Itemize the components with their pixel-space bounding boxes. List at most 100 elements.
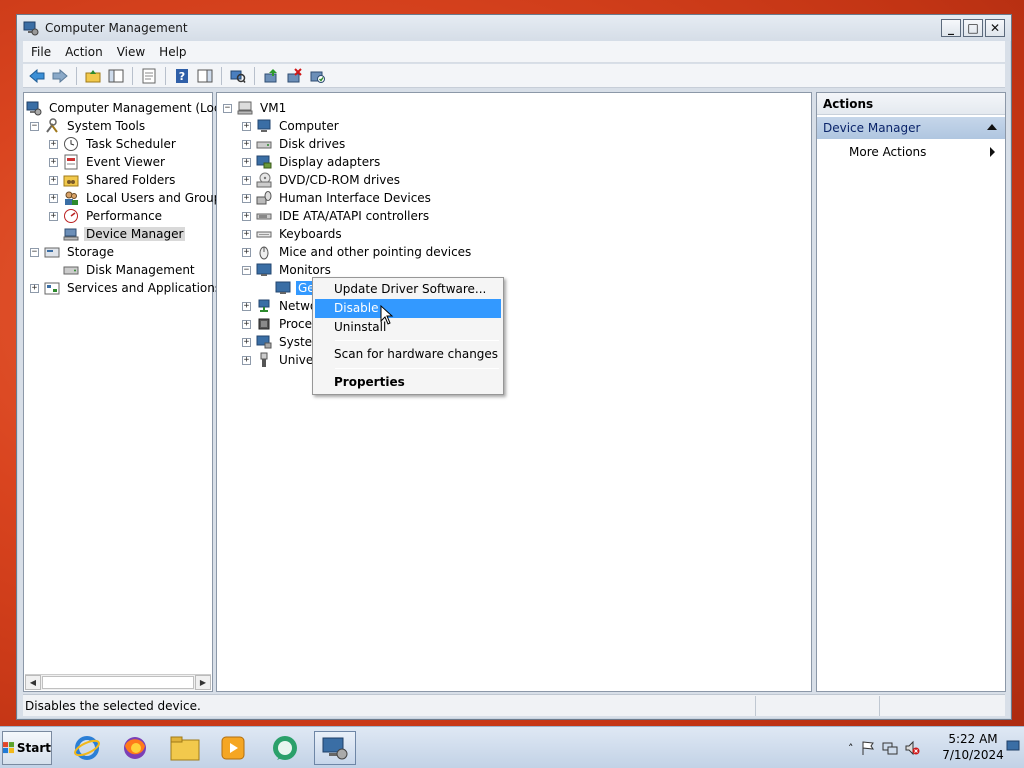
monitor-icon [275,280,291,296]
taskbar-computer-management[interactable] [314,731,356,765]
device-category-network[interactable]: + Netwo [242,297,319,315]
menu-item-scan-hardware[interactable]: Scan for hardware changes [315,345,501,364]
expand-toggle[interactable]: + [242,139,251,149]
more-actions-link[interactable]: More Actions [849,143,997,161]
show-action-pane-button[interactable] [195,66,215,86]
expand-toggle[interactable]: + [49,211,58,221]
context-menu: Update Driver Software... Disable Uninst… [312,277,504,395]
menu-file[interactable]: File [31,45,51,59]
expand-toggle[interactable]: + [49,157,58,167]
device-category-computer[interactable]: + Computer [242,117,341,135]
close-button[interactable]: ✕ [985,19,1005,37]
forward-button[interactable] [50,66,70,86]
device-tree-pane[interactable]: − VM1 + Computer + Disk drives + Display… [216,92,812,692]
taskbar-chat-app[interactable] [264,731,306,765]
device-category-keyboards[interactable]: + Keyboards [242,225,344,243]
tree-item-storage[interactable]: − Storage [30,243,116,261]
back-button[interactable] [27,66,47,86]
collapse-toggle[interactable]: − [242,265,251,275]
properties-toolbar-button[interactable] [139,66,159,86]
action-center-flag-icon[interactable] [860,740,876,756]
menu-bar: File Action View Help [23,41,1005,63]
expand-toggle[interactable]: + [242,229,251,239]
expand-toggle[interactable]: + [49,139,58,149]
expand-toggle[interactable]: + [242,121,251,131]
collapse-toggle[interactable]: − [223,103,232,113]
collapse-up-icon[interactable] [987,124,997,130]
expand-toggle[interactable]: + [242,337,251,347]
minimize-button[interactable]: _ [941,19,961,37]
more-actions-label: More Actions [849,145,927,159]
taskbar-firefox[interactable] [114,731,156,765]
device-category-usb[interactable]: + Univer [242,351,320,369]
tree-item-performance[interactable]: + Performance [49,207,164,225]
expand-toggle[interactable]: + [49,175,58,185]
menu-action[interactable]: Action [65,45,103,59]
console-tree-pane[interactable]: Computer Management (Local − System Tool… [23,92,231,692]
tree-item-local-users-and-groups[interactable]: + Local Users and Groups [49,189,230,207]
device-category-dvd-cd-rom[interactable]: + DVD/CD-ROM drives [242,171,402,189]
taskbar-internet-explorer[interactable] [66,731,108,765]
tree-item-system-tools[interactable]: − System Tools [30,117,147,135]
tree-item-disk-management[interactable]: Disk Management [49,261,197,279]
expand-toggle[interactable]: + [242,175,251,185]
maximize-button[interactable]: □ [963,19,983,37]
menu-help[interactable]: Help [159,45,186,59]
expand-toggle[interactable]: + [242,247,251,257]
enable-device-toolbar-button[interactable] [307,66,327,86]
tree-item-computer-management[interactable]: Computer Management (Local [26,99,233,117]
taskbar-media-player[interactable] [212,731,254,765]
collapse-toggle[interactable]: − [30,121,39,131]
uninstall-toolbar-button[interactable] [284,66,304,86]
menu-item-update-driver[interactable]: Update Driver Software... [315,280,501,299]
scan-hardware-toolbar-button[interactable] [228,66,248,86]
expand-toggle[interactable]: + [242,301,251,311]
submenu-arrow-icon [990,147,995,157]
horizontal-scrollbar[interactable]: ◀ ▶ [25,674,211,690]
show-hide-tree-button[interactable] [106,66,126,86]
title-bar[interactable]: Computer Management _ □ ✕ [17,15,1011,41]
scrollbar-thumb[interactable] [42,676,194,689]
up-one-level-button[interactable] [83,66,103,86]
clock[interactable]: 5:22 AM 7/10/2024 [938,731,1008,763]
device-category-human-interface[interactable]: + Human Interface Devices [242,189,433,207]
expand-toggle[interactable]: + [49,193,58,203]
menu-view[interactable]: View [117,45,145,59]
clock-icon [63,136,79,152]
expand-toggle[interactable]: + [242,355,251,365]
device-category-disk-drives[interactable]: + Disk drives [242,135,347,153]
volume-muted-icon[interactable] [904,740,920,756]
expand-toggle[interactable]: + [242,319,251,329]
device-tree-root[interactable]: − VM1 [223,99,288,117]
monitor-icon [256,262,272,278]
expand-toggle[interactable]: + [242,193,251,203]
tree-item-device-manager[interactable]: Device Manager [49,225,186,243]
collapse-toggle[interactable]: − [30,247,39,257]
menu-item-properties[interactable]: Properties [315,373,501,392]
actions-section-device-manager[interactable]: Device Manager [817,117,1005,139]
tree-item-services-and-applications[interactable]: + Services and Applications [30,279,223,297]
tree-item-task-scheduler[interactable]: + Task Scheduler [49,135,178,153]
device-category-mice[interactable]: + Mice and other pointing devices [242,243,473,261]
device-category-processors[interactable]: + Proces [242,315,320,333]
device-category-ide-ata[interactable]: + IDE ATA/ATAPI controllers [242,207,431,225]
tree-item-event-viewer[interactable]: + Event Viewer [49,153,167,171]
computer-management-window: Computer Management _ □ ✕ File Action Vi… [16,14,1012,720]
expand-toggle[interactable]: + [242,211,251,221]
menu-item-uninstall[interactable]: Uninstall [315,318,501,337]
menu-item-disable[interactable]: Disable [315,299,501,318]
start-button[interactable]: Start [2,731,52,765]
network-icon[interactable] [882,740,898,756]
actions-section-label: Device Manager [823,121,921,135]
taskbar-file-explorer[interactable] [164,731,206,765]
update-driver-toolbar-button[interactable] [261,66,281,86]
show-desktop-icon[interactable] [1006,739,1020,753]
expand-toggle[interactable]: + [242,157,251,167]
show-hidden-icons-icon[interactable]: ˄ [848,742,854,755]
tree-item-shared-folders[interactable]: + Shared Folders [49,171,177,189]
scroll-left-button[interactable]: ◀ [25,675,41,690]
scroll-right-button[interactable]: ▶ [195,675,211,690]
expand-toggle[interactable]: + [30,283,39,293]
help-toolbar-button[interactable]: ? [172,66,192,86]
device-category-display-adapters[interactable]: + Display adapters [242,153,382,171]
